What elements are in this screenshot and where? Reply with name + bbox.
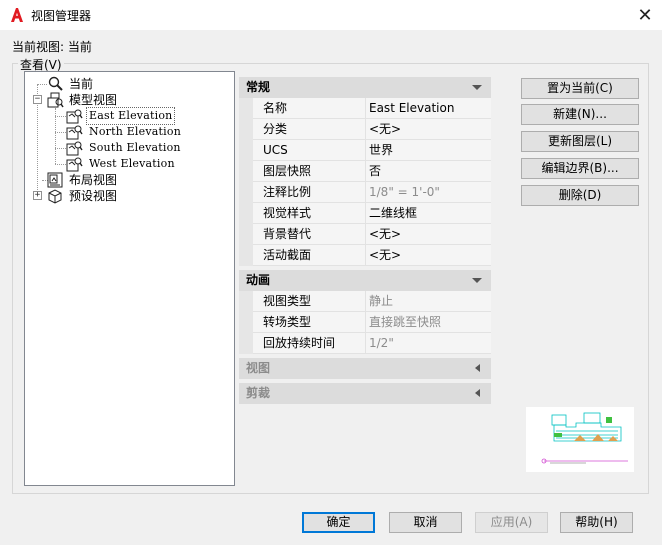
tree-item-layout-views[interactable]: 布局视图 bbox=[25, 172, 225, 188]
named-view-icon bbox=[66, 109, 83, 124]
tree-item-preset-views[interactable]: + 预设视图 bbox=[25, 188, 225, 204]
model-views-icon bbox=[47, 92, 64, 108]
tree-item-south-elevation[interactable]: South Elevation bbox=[25, 140, 225, 156]
property-name: 背景替代 bbox=[253, 224, 366, 245]
property-row[interactable]: 视图类型 静止 bbox=[239, 291, 491, 312]
current-view-label: 当前视图: 当前 bbox=[12, 40, 92, 54]
tree-item-label: East Elevation bbox=[85, 107, 176, 125]
section-title: 视图 bbox=[246, 361, 271, 375]
tree-item-model-views[interactable]: − 模型视图 bbox=[25, 92, 225, 108]
property-name: UCS bbox=[253, 140, 366, 161]
property-value[interactable]: <无> bbox=[366, 119, 491, 140]
property-name: 注释比例 bbox=[253, 182, 366, 203]
named-view-icon bbox=[66, 125, 83, 140]
tree-item-label: South Elevation bbox=[89, 141, 181, 154]
tree-item-label: West Elevation bbox=[89, 157, 175, 170]
tree-item-label: 当前 bbox=[69, 77, 94, 91]
collapse-icon[interactable]: − bbox=[33, 95, 42, 104]
named-view-icon bbox=[66, 157, 83, 172]
property-name: 回放持续时间 bbox=[253, 333, 366, 354]
row-gutter bbox=[239, 312, 253, 333]
property-value: 1/2" bbox=[366, 333, 491, 354]
row-gutter bbox=[239, 182, 253, 203]
tree-item-label: 布局视图 bbox=[69, 173, 118, 187]
section-header-clip[interactable]: 剪裁 bbox=[239, 383, 491, 404]
layout-views-icon bbox=[47, 172, 63, 188]
section-header-animation[interactable]: 动画 bbox=[239, 270, 491, 291]
view-tree[interactable]: 当前 − 模型视图 East Elevation North Elevation bbox=[24, 71, 235, 486]
tree-item-label: North Elevation bbox=[89, 125, 181, 138]
row-gutter bbox=[239, 291, 253, 312]
cancel-button[interactable]: 取消 bbox=[389, 512, 462, 533]
property-value: 静止 bbox=[366, 291, 491, 312]
row-gutter bbox=[239, 333, 253, 354]
expand-arrow-icon bbox=[475, 389, 480, 397]
section-title: 剪裁 bbox=[246, 386, 271, 400]
property-value[interactable]: <无> bbox=[366, 224, 491, 245]
edit-boundaries-button[interactable]: 编辑边界(B)... bbox=[521, 158, 639, 179]
property-name: 视图类型 bbox=[253, 291, 366, 312]
tree-item-label: 模型视图 bbox=[69, 93, 118, 107]
property-row[interactable]: 名称 East Elevation bbox=[239, 98, 491, 119]
property-row[interactable]: 转场类型 直接跳至快照 bbox=[239, 312, 491, 333]
row-gutter bbox=[239, 224, 253, 245]
property-row[interactable]: UCS 世界 bbox=[239, 140, 491, 161]
property-row[interactable]: 回放持续时间 1/2" bbox=[239, 333, 491, 354]
section-header-general[interactable]: 常规 bbox=[239, 77, 491, 98]
row-gutter bbox=[239, 119, 253, 140]
property-name: 活动截面 bbox=[253, 245, 366, 266]
tree-item-north-elevation[interactable]: North Elevation bbox=[25, 124, 225, 140]
expand-icon[interactable]: + bbox=[33, 191, 42, 200]
property-row[interactable]: 活动截面 <无> bbox=[239, 245, 491, 266]
delete-button[interactable]: 删除(D) bbox=[521, 185, 639, 206]
window-title: 视图管理器 bbox=[31, 9, 92, 23]
property-value: 直接跳至快照 bbox=[366, 312, 491, 333]
property-name: 图层快照 bbox=[253, 161, 366, 182]
help-button[interactable]: 帮助(H) bbox=[560, 512, 633, 533]
collapse-arrow-icon bbox=[472, 85, 482, 90]
row-gutter bbox=[239, 140, 253, 161]
autocad-logo-icon bbox=[11, 8, 23, 22]
expand-arrow-icon bbox=[475, 364, 480, 372]
title-bar bbox=[0, 0, 662, 30]
property-name: 分类 bbox=[253, 119, 366, 140]
property-row[interactable]: 注释比例 1/8" = 1'-0" bbox=[239, 182, 491, 203]
apply-button[interactable]: 应用(A) bbox=[475, 512, 548, 533]
property-row[interactable]: 背景替代 <无> bbox=[239, 224, 491, 245]
section-title: 常规 bbox=[246, 80, 271, 94]
row-gutter bbox=[239, 245, 253, 266]
section-header-view[interactable]: 视图 bbox=[239, 358, 491, 379]
collapse-arrow-icon bbox=[472, 278, 482, 283]
new-view-button[interactable]: 新建(N)... bbox=[521, 104, 639, 125]
named-view-icon bbox=[66, 141, 83, 156]
property-value: 1/8" = 1'-0" bbox=[366, 182, 491, 203]
ok-button[interactable]: 确定 bbox=[302, 512, 375, 533]
row-gutter bbox=[239, 203, 253, 224]
property-value[interactable]: 否 bbox=[366, 161, 491, 182]
tree-item-label: 预设视图 bbox=[69, 189, 118, 203]
update-layers-button[interactable]: 更新图层(L) bbox=[521, 131, 639, 152]
row-gutter bbox=[239, 161, 253, 182]
property-value[interactable]: <无> bbox=[366, 245, 491, 266]
preset-views-icon bbox=[48, 189, 62, 204]
property-value[interactable]: East Elevation bbox=[366, 98, 491, 119]
property-name: 转场类型 bbox=[253, 312, 366, 333]
tree-item-east-elevation[interactable]: East Elevation bbox=[25, 107, 225, 125]
property-row[interactable]: 图层快照 否 bbox=[239, 161, 491, 182]
property-name: 名称 bbox=[253, 98, 366, 119]
set-current-button[interactable]: 置为当前(C) bbox=[521, 78, 639, 99]
property-value[interactable]: 二维线框 bbox=[366, 203, 491, 224]
section-title: 动画 bbox=[246, 273, 271, 287]
property-row[interactable]: 分类 <无> bbox=[239, 119, 491, 140]
tree-item-west-elevation[interactable]: West Elevation bbox=[25, 156, 225, 172]
close-button[interactable]: ✕ bbox=[630, 2, 660, 28]
property-name: 视觉样式 bbox=[253, 203, 366, 224]
property-row[interactable]: 视觉样式 二维线框 bbox=[239, 203, 491, 224]
view-preview-thumbnail bbox=[526, 407, 634, 472]
magnifier-icon bbox=[48, 76, 63, 91]
row-gutter bbox=[239, 98, 253, 119]
tree-item-current[interactable]: 当前 bbox=[25, 76, 225, 92]
property-value[interactable]: 世界 bbox=[366, 140, 491, 161]
